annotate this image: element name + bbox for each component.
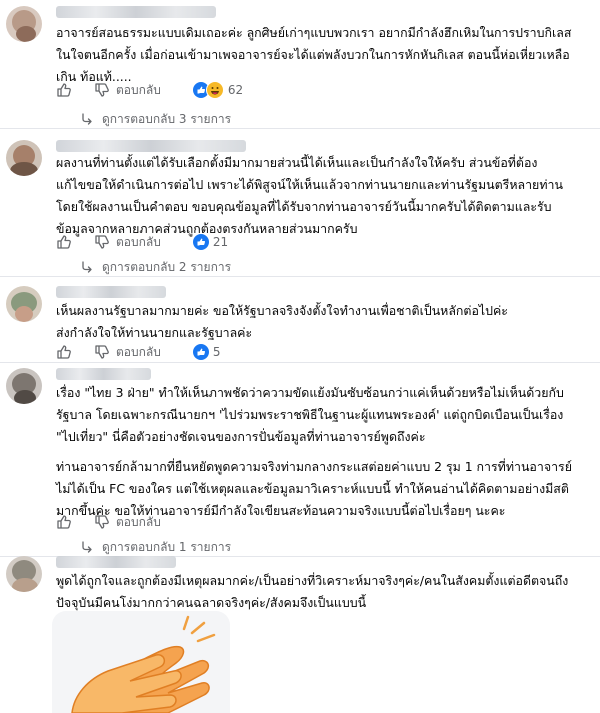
reply-button[interactable]: ตอบกลับ (116, 81, 161, 100)
divider (0, 276, 600, 277)
thumb-down-icon[interactable] (94, 82, 110, 98)
avatar[interactable] (6, 140, 42, 176)
haha-reaction-icon (205, 81, 224, 99)
thumb-up-icon[interactable] (56, 514, 72, 530)
avatar[interactable] (6, 368, 42, 404)
comment-actions: ตอบกลับ 62 (56, 80, 243, 100)
avatar[interactable] (6, 6, 42, 42)
view-replies-link[interactable]: ดูการตอบกลับ 1 รายการ (80, 538, 231, 556)
comment-text: พูดได้ถูกใจและถูกต้องมีเหตุผลมากค่ะ/เป็น… (56, 570, 586, 614)
reply-button[interactable]: ตอบกลับ (116, 233, 161, 252)
reply-button[interactable]: ตอบกลับ (116, 343, 161, 362)
thumb-up-icon[interactable] (56, 344, 72, 360)
comment-line: เรื่อง "ไทย 3 ฝ่าย" ทำให้เห็นภาพชัดว่าคว… (56, 385, 564, 400)
avatar[interactable] (6, 556, 42, 592)
like-reaction-icon (192, 234, 209, 250)
reaction-summary[interactable]: 5 (192, 344, 221, 360)
clapping-hands-icon (71, 615, 216, 713)
comment-actions: ตอบกลับ (56, 512, 193, 532)
commenter-name-redacted[interactable] (56, 286, 166, 298)
reaction-summary[interactable]: 62 (192, 81, 244, 99)
divider (0, 362, 600, 363)
comment-text: อาจารย์สอนธรรมะแบบเดิมเถอะค่ะ ลูกศิษย์เก… (56, 22, 586, 88)
comment-line: อาจารย์สอนธรรมะแบบเดิมเถอะค่ะ ลูกศิษย์เก… (56, 25, 572, 40)
thumb-up-icon[interactable] (56, 82, 72, 98)
reply-button[interactable]: ตอบกลับ (116, 513, 161, 532)
reply-arrow-icon (82, 113, 92, 125)
commenter-name-redacted[interactable] (56, 6, 216, 18)
comment-actions: ตอบกลับ 5 (56, 342, 221, 362)
commenter-name-redacted[interactable] (56, 140, 246, 152)
avatar[interactable] (6, 286, 42, 322)
reaction-summary[interactable]: 21 (192, 234, 229, 250)
comment-text: เห็นผลงานรัฐบาลมากมายค่ะ ขอให้รัฐบาลจริง… (56, 300, 586, 344)
commenter-name-redacted[interactable] (56, 556, 176, 568)
comment-text: ผลงานที่ท่านตั้งแต่ได้รับเลือกตั้งมีมากม… (56, 152, 586, 240)
comment-line: ผลงานที่ท่านตั้งแต่ได้รับเลือกตั้งมีมากม… (56, 155, 538, 170)
thumb-up-icon[interactable] (56, 234, 72, 250)
comment-text: เรื่อง "ไทย 3 ฝ่าย" ทำให้เห็นภาพชัดว่าคว… (56, 382, 586, 522)
comment-line: "ไปเที่ยว" นี่คือตัวอย่างชัดเจนของการปั่… (56, 429, 426, 444)
comment-line: พูดได้ถูกใจและถูกต้องมีเหตุผลมากค่ะ/เป็น… (56, 573, 569, 588)
reaction-count: 21 (212, 235, 229, 249)
view-replies-label: ดูการตอบกลับ 3 รายการ (102, 111, 232, 126)
reply-arrow-icon (82, 261, 92, 273)
reaction-count: 5 (212, 345, 221, 359)
reaction-count: 62 (227, 83, 244, 97)
view-replies-label: ดูการตอบกลับ 2 รายการ (102, 259, 232, 274)
thumb-down-icon[interactable] (94, 234, 110, 250)
view-replies-link[interactable]: ดูการตอบกลับ 3 รายการ (80, 110, 231, 128)
view-replies-link[interactable]: ดูการตอบกลับ 2 รายการ (80, 258, 231, 276)
comment-line: ส่งกำลังใจให้ท่านนายกและรัฐบาลค่ะ (56, 325, 253, 340)
comment-line: แก้ไขขอให้ดำเนินการต่อไป เพราะได้พิสูจน์… (56, 177, 563, 192)
comment-line: ในใจตนอีกครั้ง เมื่อก่อนเข้ามาเพจอาจารย์… (56, 47, 570, 62)
thumb-down-icon[interactable] (94, 514, 110, 530)
comment-line: โดยใช้ผลงานเป็นคำตอบ ขอบคุณข้อมูลที่ได้ร… (56, 199, 552, 214)
commenter-name-redacted[interactable] (56, 368, 151, 380)
comment-line: ท่านอาจารย์กล้ามากที่ยืนหยัดพูดความจริงท… (56, 459, 572, 474)
thumb-down-icon[interactable] (94, 344, 110, 360)
comment-line: ไม่ได้เป็น FC ของใคร แต่ใช้เหตุผลและข้อม… (56, 481, 569, 496)
like-reaction-icon (192, 344, 209, 360)
comment-line: รัฐบาล โดยเฉพาะกรณีนายกฯ 'ไปร่วมพระราชพิ… (56, 407, 564, 422)
clapping-hands-sticker[interactable] (52, 611, 230, 713)
view-replies-label: ดูการตอบกลับ 1 รายการ (102, 539, 232, 554)
comment-actions: ตอบกลับ 21 (56, 232, 228, 252)
comment-line: เห็นผลงานรัฐบาลมากมายค่ะ ขอให้รัฐบาลจริง… (56, 303, 508, 318)
reply-arrow-icon (82, 541, 92, 553)
divider (0, 128, 600, 129)
